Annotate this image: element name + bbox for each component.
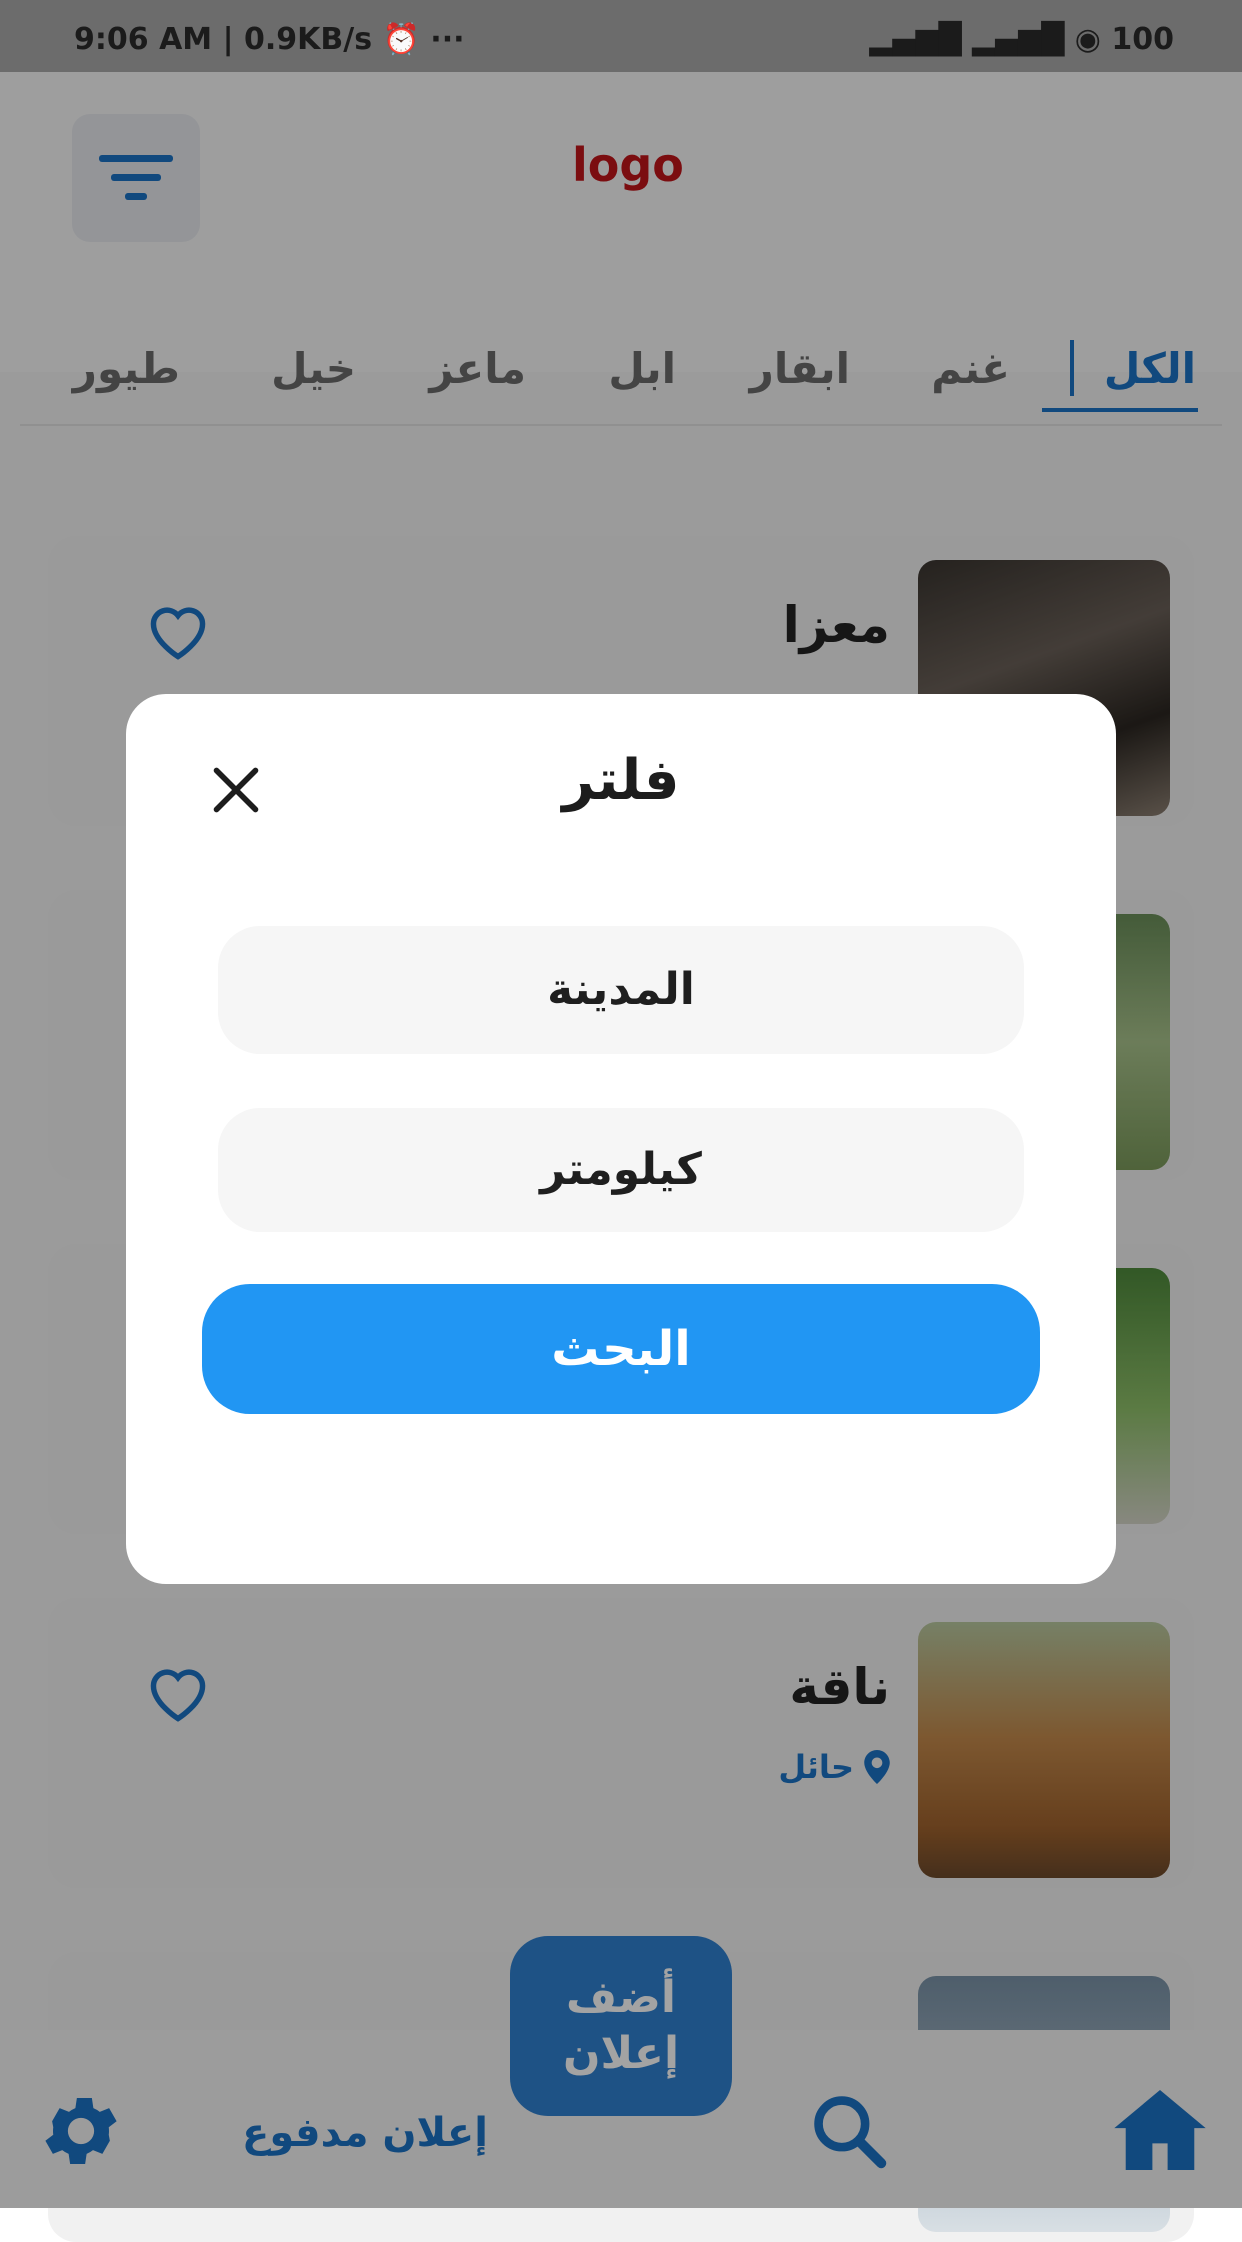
status-bar: 9:06 AM | 0.9KB/s ⏰ ··· ▂▄▆█ ▂▄▆█ ◉ 100 — [0, 0, 1242, 72]
city-field[interactable]: المدينة — [218, 926, 1024, 1054]
close-button[interactable] — [210, 764, 262, 820]
status-icons: ▂▄▆█ ▂▄▆█ ◉ 100 — [869, 22, 1174, 57]
close-icon — [213, 767, 259, 813]
kilometer-field[interactable]: كيلومتر — [218, 1108, 1024, 1232]
search-submit-button[interactable]: البحث — [202, 1284, 1040, 1414]
status-time: 9:06 AM | 0.9KB/s ⏰ ··· — [74, 22, 465, 57]
dialog-title: فلتر — [562, 748, 680, 813]
filter-dialog: فلتر المدينة كيلومتر البحث — [126, 694, 1116, 1584]
